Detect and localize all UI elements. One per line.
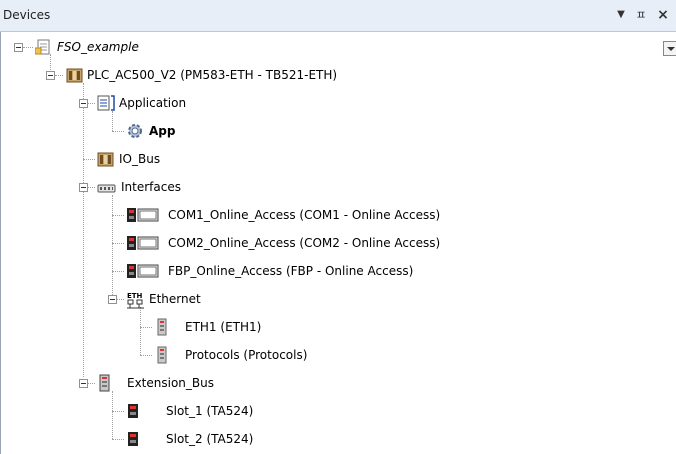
tree-line — [112, 131, 124, 132]
tree-node-label: Extension_Bus — [127, 376, 214, 390]
tree-node-ethernet[interactable]: ETH Ethernet — [126, 290, 201, 309]
tree-line — [140, 327, 152, 328]
online-access-icon — [127, 208, 159, 222]
tree-scroll-dropdown[interactable] — [663, 41, 676, 56]
module-icon — [157, 346, 167, 364]
tree-node-extension-bus[interactable]: Extension_Bus — [97, 374, 214, 392]
tree-line — [112, 195, 113, 297]
svg-text:ETH: ETH — [127, 292, 143, 300]
collapse-toggle[interactable] — [108, 295, 117, 304]
tree-node-interfaces[interactable]: Interfaces — [97, 178, 181, 196]
tree-node-label: Slot_1 (TA524) — [166, 404, 254, 418]
tree-node-label: COM2_Online_Access (COM2 - Online Access… — [168, 236, 441, 250]
tree-line — [88, 187, 95, 188]
tree-line — [112, 215, 124, 216]
tree-node-label: Protocols (Protocols) — [185, 348, 308, 362]
dropdown-arrow-icon[interactable]: ▼ — [613, 6, 629, 24]
collapse-toggle[interactable] — [79, 379, 88, 388]
io-bus-icon — [97, 152, 114, 167]
tree-line — [140, 355, 152, 356]
close-icon[interactable]: × — [655, 6, 671, 24]
tree-node-fbp[interactable]: FBP_Online_Access (FBP - Online Access) — [126, 262, 413, 280]
online-access-icon — [127, 236, 159, 250]
panel-title: Devices — [3, 8, 51, 22]
tree-line — [83, 83, 84, 377]
project-file-icon — [35, 39, 50, 55]
collapse-toggle[interactable] — [46, 71, 55, 80]
interfaces-icon — [97, 184, 116, 193]
tree-line — [117, 299, 124, 300]
devices-panel-titlebar: Devices ▼ ㅍ × — [0, 0, 676, 32]
tree-node-application[interactable]: Application — [97, 94, 186, 112]
collapse-toggle[interactable] — [79, 183, 88, 192]
online-access-icon — [127, 264, 159, 278]
ethernet-icon: ETH — [127, 292, 144, 309]
tree-node-com2[interactable]: COM2_Online_Access (COM2 - Online Access… — [126, 234, 440, 252]
tree-line — [140, 307, 141, 355]
tree-node-label: COM1_Online_Access (COM1 - Online Access… — [168, 208, 441, 222]
tree-line — [55, 75, 63, 76]
tree-node-project[interactable]: FSO_example — [35, 38, 139, 56]
tree-node-label: Ethernet — [149, 292, 201, 306]
tree-node-eth1[interactable]: ETH1 (ETH1) — [154, 318, 261, 336]
collapse-toggle[interactable] — [79, 99, 88, 108]
pin-icon[interactable]: ㅍ — [633, 6, 649, 24]
tree-line — [112, 391, 113, 439]
tree-node-app[interactable]: App — [126, 122, 175, 140]
tree-node-com1[interactable]: COM1_Online_Access (COM1 - Online Access… — [126, 206, 440, 224]
tree-node-label: PLC_AC500_V2 (PM583-ETH - TB521-ETH) — [87, 68, 338, 82]
tree-node-label: App — [149, 124, 176, 138]
slot-module-icon — [128, 432, 138, 446]
tree-line — [112, 243, 124, 244]
application-icon — [97, 95, 115, 111]
tree-line — [112, 271, 124, 272]
module-icon — [99, 374, 110, 392]
tree-line — [112, 411, 124, 412]
tree-node-slot1[interactable]: Slot_1 (TA524) — [126, 402, 253, 420]
tree-node-label: Slot_2 (TA524) — [166, 432, 254, 446]
tree-node-label: Application — [119, 96, 187, 110]
tree-node-io-bus[interactable]: IO_Bus — [97, 150, 160, 168]
tree-node-label: ETH1 (ETH1) — [185, 320, 262, 334]
slot-module-icon — [128, 404, 138, 418]
tree-line — [83, 159, 95, 160]
tree-line — [112, 439, 124, 440]
tree-line — [88, 103, 95, 104]
tree-node-plc[interactable]: PLC_AC500_V2 (PM583-ETH - TB521-ETH) — [66, 66, 337, 84]
tree-line — [88, 383, 95, 384]
tree-node-protocols[interactable]: Protocols (Protocols) — [154, 346, 307, 364]
plc-device-icon — [66, 68, 83, 83]
tree-node-label: IO_Bus — [119, 152, 161, 166]
tree-node-label: FSO_example — [57, 40, 139, 54]
tree-node-label: FBP_Online_Access (FBP - Online Access) — [168, 264, 414, 278]
module-icon — [157, 318, 167, 336]
tree-line — [112, 111, 113, 131]
gear-icon — [128, 124, 142, 138]
collapse-toggle[interactable] — [14, 43, 23, 52]
tree-node-label: Interfaces — [121, 180, 181, 194]
tree-line — [23, 47, 33, 48]
tree-node-slot2[interactable]: Slot_2 (TA524) — [126, 430, 253, 448]
